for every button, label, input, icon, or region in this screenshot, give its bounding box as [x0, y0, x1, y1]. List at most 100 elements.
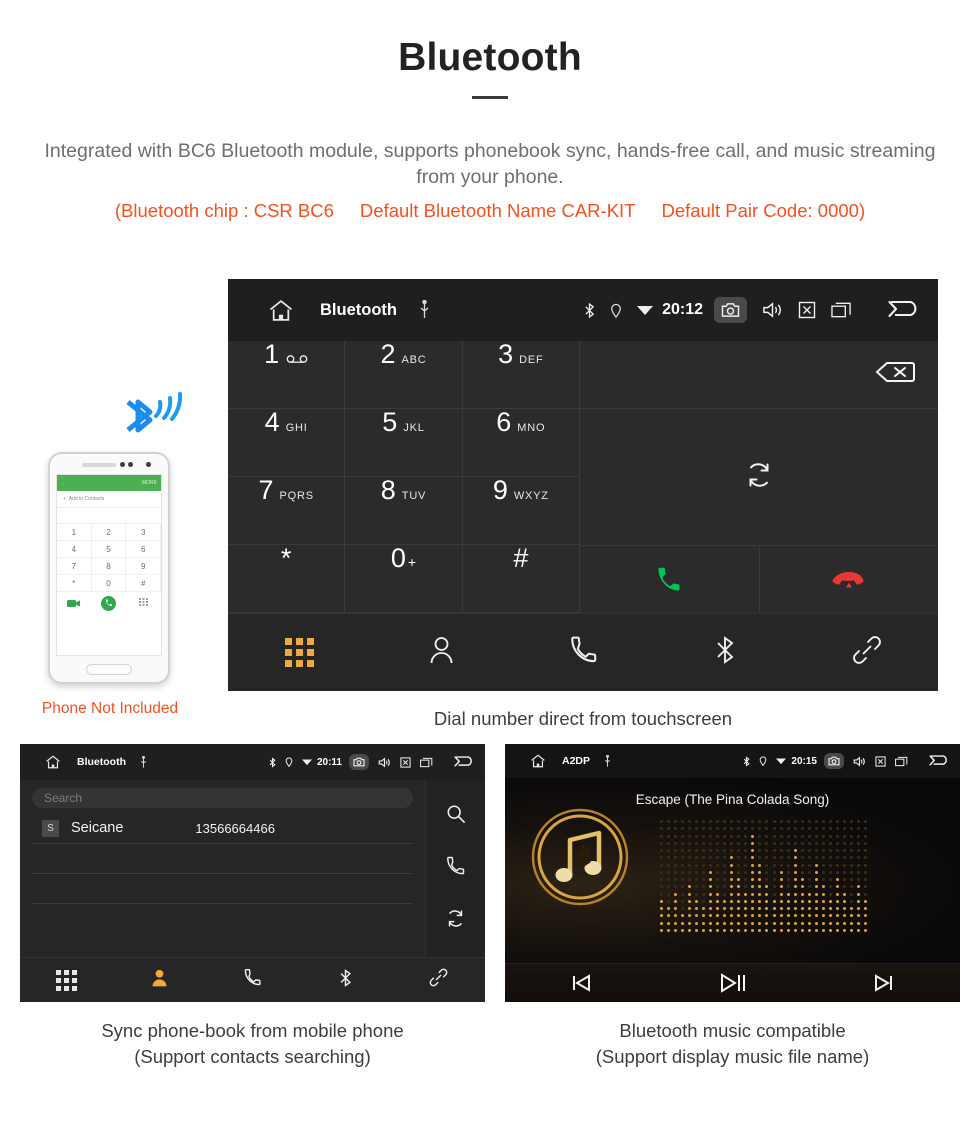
recent-apps-icon[interactable]: [895, 756, 908, 767]
add-contact-label: Add to Contacts: [68, 496, 105, 502]
play-pause-icon[interactable]: [657, 972, 809, 994]
call-history-icon: [570, 635, 597, 670]
pair-link-icon: [429, 968, 448, 992]
nav-bluetooth[interactable]: [299, 968, 392, 993]
dialpad-key-9[interactable]: 9 WXYZ: [462, 477, 580, 545]
back-arrow-icon: ←: [61, 480, 66, 486]
dialpad-key-8[interactable]: 8 TUV: [345, 477, 463, 545]
sync-icon[interactable]: [445, 908, 466, 934]
close-box-icon[interactable]: [875, 755, 886, 767]
contacts-clock: 20:11: [316, 756, 342, 768]
next-track-icon[interactable]: [808, 973, 960, 993]
handset-key: #: [126, 575, 161, 592]
key-plus: +: [407, 554, 417, 570]
handset-key: 2: [91, 524, 127, 541]
video-call-icon: [57, 599, 92, 608]
camera-icon[interactable]: [349, 754, 369, 770]
key-digit: 1: [264, 339, 280, 369]
nav-pair[interactable]: [392, 968, 485, 992]
speaker-icon[interactable]: [378, 756, 391, 768]
location-icon: [285, 757, 293, 767]
dialer-right-column: [580, 341, 938, 613]
music-body: Escape (The Pina Colada Song): [505, 778, 960, 963]
camera-icon[interactable]: [714, 297, 747, 323]
spec-name: Default Bluetooth Name CAR-KIT: [359, 200, 636, 221]
nav-call-history[interactable]: [512, 635, 654, 670]
back-arrow-icon[interactable]: [928, 754, 949, 768]
search-input[interactable]: Search: [32, 788, 413, 808]
dialpad-key-3[interactable]: 3 DEF: [462, 341, 580, 409]
dialpad-key-0[interactable]: 0 +: [345, 543, 463, 613]
dialpad-key-1[interactable]: 1: [228, 339, 346, 409]
handset-key: *: [57, 575, 92, 592]
nav-dialpad[interactable]: [20, 969, 113, 991]
contacts-icon: [151, 968, 168, 992]
sensor-dot: [120, 462, 125, 467]
handset-key: 8: [91, 558, 127, 575]
speaker-icon[interactable]: [762, 301, 783, 319]
handset-keypad: 1 2 3 4 5 6 7 8 9 * 0 #: [57, 524, 161, 592]
key-digit: 0: [390, 543, 406, 573]
call-history-icon: [244, 968, 261, 992]
close-box-icon[interactable]: [400, 756, 411, 768]
contacts-caption-line2: (Support contacts searching): [134, 1046, 371, 1067]
search-icon[interactable]: [446, 804, 466, 829]
nav-bluetooth[interactable]: [654, 634, 796, 671]
nav-contacts[interactable]: [370, 635, 512, 670]
recent-apps-icon[interactable]: [420, 757, 433, 768]
key-digit: 5: [382, 407, 398, 437]
backspace-icon[interactable]: [874, 360, 916, 389]
hangup-button[interactable]: [760, 546, 939, 613]
camera-icon[interactable]: [824, 753, 844, 769]
front-camera: [146, 462, 151, 467]
music-title: A2DP: [562, 755, 591, 767]
previous-track-icon[interactable]: [505, 973, 657, 993]
home-icon[interactable]: [530, 754, 546, 768]
dialpad-key-4[interactable]: 4 GHI: [228, 409, 346, 477]
dialpad-key-2[interactable]: 2 ABC: [345, 341, 463, 409]
dialpad-key-hash[interactable]: #: [462, 543, 580, 613]
pair-link-icon: [852, 635, 882, 670]
bluetooth-icon: [714, 634, 736, 671]
speaker-icon[interactable]: [853, 755, 866, 767]
nav-pair[interactable]: [796, 635, 938, 670]
handset-call-button: [92, 595, 127, 611]
back-arrow-icon[interactable]: [886, 299, 920, 321]
spec-chip: (Bluetooth chip : CSR BC6: [114, 200, 334, 221]
back-arrow-icon[interactable]: [453, 755, 474, 769]
title-divider: [472, 96, 508, 99]
location-icon: [610, 303, 622, 318]
dialpad-key-6[interactable]: 6 MNO: [462, 409, 580, 477]
dialpad-key-5[interactable]: 5 JKL: [345, 407, 463, 477]
nav-dialpad[interactable]: [228, 638, 370, 667]
music-caption-line2: (Support display music file name): [595, 1046, 870, 1067]
recent-apps-icon[interactable]: [831, 301, 852, 319]
key-letters: TUV: [401, 490, 427, 502]
nav-call-history[interactable]: [206, 968, 299, 992]
key-digit: *: [280, 543, 292, 573]
home-icon[interactable]: [268, 299, 294, 322]
sync-icon[interactable]: [744, 460, 774, 495]
keypad-icon: [126, 597, 161, 609]
key-digit: #: [513, 543, 529, 573]
contacts-title: Bluetooth: [77, 756, 126, 768]
spec-pair-code: Default Pair Code: 0000): [661, 200, 866, 221]
dialpad-icon: [284, 638, 314, 667]
handset-key: 0: [91, 575, 127, 592]
call-button[interactable]: [580, 546, 760, 613]
close-box-icon[interactable]: [798, 301, 816, 319]
spec-line: (Bluetooth chip : CSR BC6 Default Bluetoo…: [20, 200, 960, 222]
list-item[interactable]: S Seicane 13566664466: [32, 813, 413, 844]
contact-number: 13566664466: [195, 820, 275, 836]
dialpad-key-star[interactable]: *: [228, 543, 346, 613]
bluetooth-signal-icon: [126, 392, 183, 433]
location-icon: [759, 756, 767, 766]
dialpad-key-7[interactable]: 7 PQRS: [228, 477, 346, 545]
number-display-row: [580, 341, 938, 409]
handset-home-button: [86, 664, 132, 675]
home-icon[interactable]: [45, 755, 61, 769]
music-caption: Bluetooth music compatible (Support disp…: [505, 1018, 960, 1070]
nav-contacts[interactable]: [113, 968, 206, 992]
call-history-icon[interactable]: [446, 856, 465, 881]
dialer-screen: Bluetooth 20:12 1 2 ABC 3 DEF 4 GHI 5 JK…: [228, 279, 938, 691]
